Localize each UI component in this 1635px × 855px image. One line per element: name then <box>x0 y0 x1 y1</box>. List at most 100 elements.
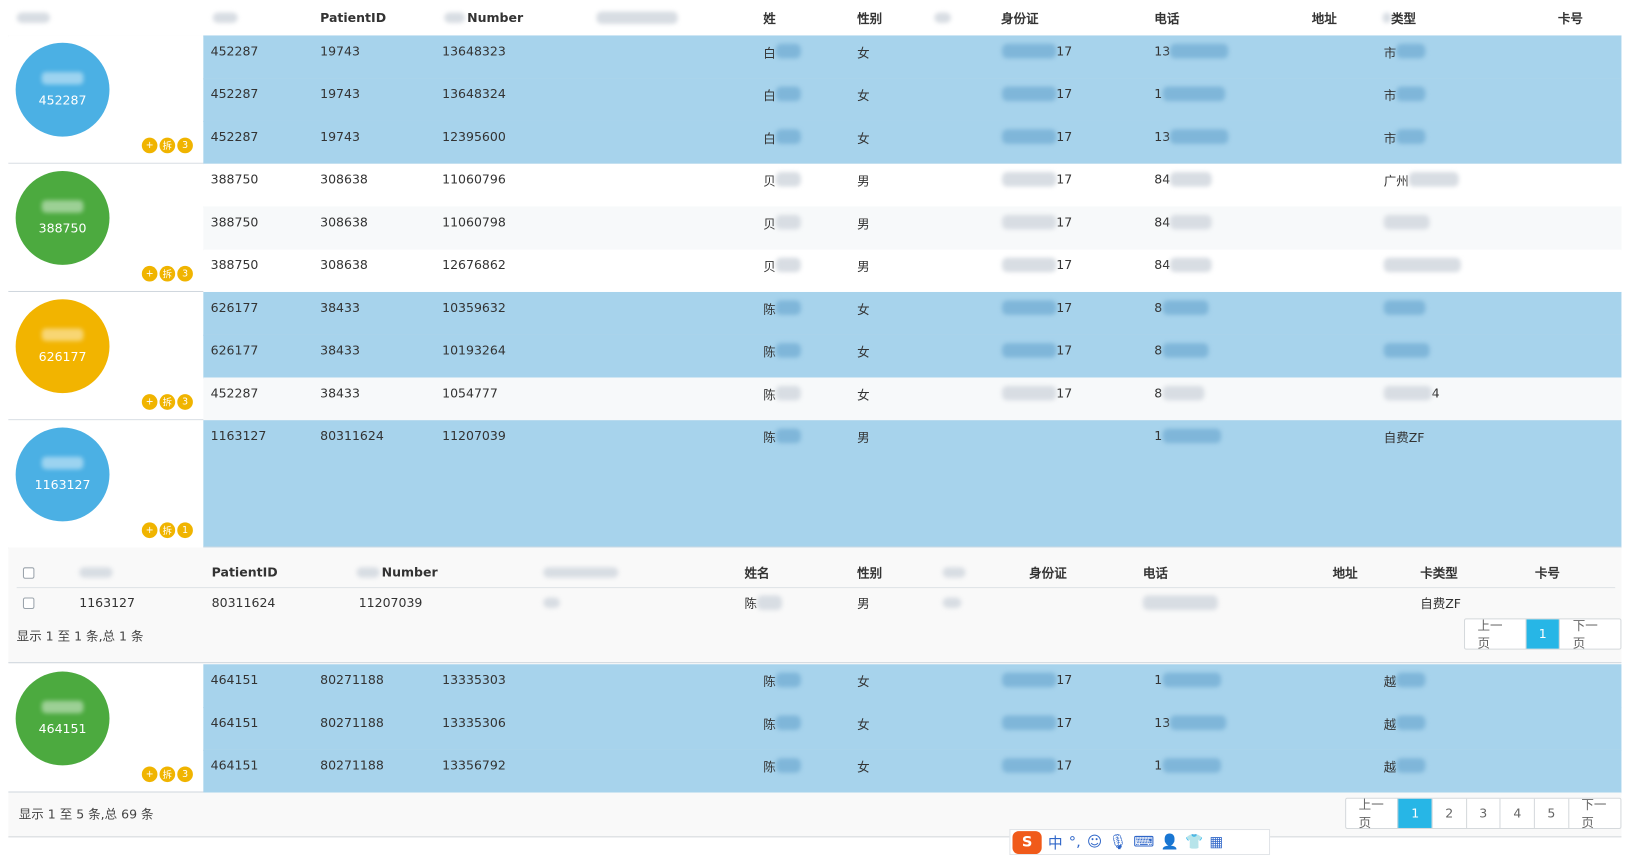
name-text: 白 <box>763 88 776 104</box>
patient-group-452287: 452287 + 拆 3 452287 19743 13648323 白 女 1… <box>8 35 1622 165</box>
prev-page-button[interactable]: 上一页 <box>1346 798 1398 830</box>
table-row[interactable]: 464151 80271188 13356792 陈 女 17 1 越 <box>203 749 1622 794</box>
avatar[interactable]: 452287 <box>15 42 110 137</box>
table-row[interactable]: 1163127 80311624 11207039 陈 男 1 自费ZF <box>203 420 1622 548</box>
subtable-row[interactable]: 1163127 80311624 11207039 陈 男 自费ZF <box>17 588 1616 617</box>
table-row[interactable]: 388750 308638 12676862 贝 男 17 84 <box>203 249 1622 294</box>
type-text: 越 <box>1383 674 1397 690</box>
name-text: 陈 <box>763 345 776 360</box>
group-badges: + 拆 3 <box>141 394 193 411</box>
table-row[interactable]: 388750 308638 11060798 贝 男 17 84 <box>203 206 1622 251</box>
avatar[interactable]: 388750 <box>15 171 110 265</box>
table-row[interactable]: 464151 80271188 13335303 陈 女 17 1 越 <box>203 664 1622 709</box>
sub-prev-page-button[interactable]: 上一页 <box>1465 618 1525 650</box>
col-address-header: 地址 <box>1311 10 1337 26</box>
shirt-icon[interactable]: 👕 <box>1185 834 1203 851</box>
sub-name-text: 陈 <box>744 595 758 611</box>
sub-col-card-no-header: 卡号 <box>1534 565 1560 581</box>
cell-type: 自费ZF <box>1383 430 1425 446</box>
phone-text: 13 <box>1154 715 1171 730</box>
table-row[interactable]: 626177 38433 10193264 陈 女 17 8 <box>203 334 1622 379</box>
select-all-checkbox[interactable] <box>22 558 35 587</box>
page-4-button[interactable]: 4 <box>1499 798 1534 828</box>
table-row[interactable]: 452287 19743 12395600 白 女 17 13 市 <box>203 120 1622 165</box>
pagination: 上一页 1 2 3 4 5 下一页 <box>1345 797 1622 830</box>
ime-lang-toggle[interactable]: 中 <box>1048 832 1063 853</box>
table-row[interactable]: 464151 80271188 13335306 陈 女 17 13 越 <box>203 707 1622 751</box>
col-id-card-header: 身份证 <box>1001 10 1039 26</box>
add-badge-button[interactable]: + <box>141 265 158 282</box>
avatar[interactable]: 626177 <box>15 299 110 394</box>
subtable-pagination: 上一页 1 下一页 <box>1463 618 1622 651</box>
grid-icon[interactable]: ▦ <box>1210 834 1224 851</box>
split-badge-button[interactable]: 拆 <box>159 766 176 783</box>
cell-name: 陈 <box>763 420 801 555</box>
microphone-icon[interactable]: 🎙 <box>1108 834 1127 851</box>
avatar-name <box>41 456 84 470</box>
id-card-text: 17 <box>1056 257 1073 273</box>
table-row[interactable]: 452287 19743 13648324 白 女 17 1 市 <box>203 78 1622 123</box>
type-text: 越 <box>1383 717 1397 733</box>
sub-page-1-button[interactable]: 1 <box>1525 619 1560 649</box>
smiley-icon[interactable]: ☺ <box>1087 834 1102 851</box>
ime-punct-toggle[interactable]: °, <box>1069 834 1081 851</box>
group-badges: + 拆 3 <box>141 137 193 155</box>
sub-cell-number: 11207039 <box>358 595 423 611</box>
table-row[interactable]: 452287 38433 1054777 陈 女 17 8 4 <box>203 377 1622 422</box>
name-text: 陈 <box>763 760 776 775</box>
page-3-button[interactable]: 3 <box>1465 798 1500 828</box>
user-icon[interactable]: 👤 <box>1161 834 1179 851</box>
id-card-text: 17 <box>1056 343 1073 358</box>
id-card-text: 17 <box>1056 43 1073 59</box>
sogou-logo-icon[interactable]: S <box>1012 830 1042 854</box>
sub-col-card-type-header: 卡类型 <box>1420 565 1458 581</box>
table-row[interactable]: 626177 38433 10359632 陈 女 17 8 <box>203 291 1622 336</box>
split-badge-button[interactable]: 拆 <box>159 522 176 539</box>
keyboard-icon[interactable]: ⌨ <box>1133 834 1154 851</box>
table-row[interactable]: 452287 19743 13648323 白 女 17 13 市 <box>203 35 1622 80</box>
group-badges: + 拆 3 <box>141 265 193 283</box>
name-text: 贝 <box>763 259 776 275</box>
table-row[interactable]: 388750 308638 11060796 贝 男 17 84 广州 <box>203 163 1622 208</box>
name-text: 陈 <box>763 674 776 690</box>
count-badge: 3 <box>177 265 193 282</box>
patient-group-388750: 388750 + 拆 3 388750 308638 11060796 贝 男 … <box>8 163 1622 294</box>
avatar-column: 1163127 + 拆 1 <box>8 420 204 548</box>
next-page-button[interactable]: 下一页 <box>1567 798 1621 830</box>
group-badges: + 拆 1 <box>141 522 193 539</box>
split-badge-button[interactable]: 拆 <box>159 265 176 282</box>
add-badge-button[interactable]: + <box>141 766 158 783</box>
row-checkbox[interactable] <box>22 588 35 617</box>
page-5-button[interactable]: 5 <box>1533 798 1568 828</box>
subtable-header: PatientID Number 姓名 性别 身份证 电话 地址 卡类型 卡号 <box>16 558 1616 589</box>
split-badge-button[interactable]: 拆 <box>159 137 176 154</box>
avatar[interactable]: 464151 <box>15 671 110 766</box>
sub-col-name-header: 姓名 <box>744 565 770 581</box>
avatar-column: 388750 + 拆 3 <box>8 163 204 291</box>
col-time-header <box>596 0 678 35</box>
add-badge-button[interactable]: + <box>141 522 158 539</box>
col-number-header: Number <box>444 0 523 35</box>
avatar-id: 388750 <box>38 221 87 236</box>
sub-cell-c1: 1163127 <box>79 595 135 611</box>
phone-text: 8 <box>1154 343 1163 358</box>
phone-text: 1 <box>1154 672 1163 688</box>
name-text: 贝 <box>763 174 776 189</box>
phone-text: 84 <box>1154 214 1171 230</box>
page-1-button[interactable]: 1 <box>1397 798 1432 828</box>
page-2-button[interactable]: 2 <box>1431 798 1466 828</box>
sub-next-page-button[interactable]: 下一页 <box>1559 618 1620 651</box>
sub-cell-time <box>543 588 560 617</box>
id-card-text: 17 <box>1056 672 1073 688</box>
add-badge-button[interactable]: + <box>141 394 158 410</box>
avatar-column: 452287 + 拆 3 <box>8 35 204 163</box>
id-card-text: 17 <box>1056 172 1073 187</box>
avatar[interactable]: 1163127 <box>15 427 110 522</box>
id-card-text: 17 <box>1056 86 1073 102</box>
col-type-label: 类型 <box>1391 10 1417 26</box>
avatar-name <box>41 200 84 213</box>
add-badge-button[interactable]: + <box>141 137 158 154</box>
table-header: PatientID Number 姓 性别 身份证 电话 地址 类型 卡号 <box>8 0 1622 37</box>
split-badge-button[interactable]: 拆 <box>159 394 176 410</box>
name-text: 陈 <box>763 717 776 733</box>
